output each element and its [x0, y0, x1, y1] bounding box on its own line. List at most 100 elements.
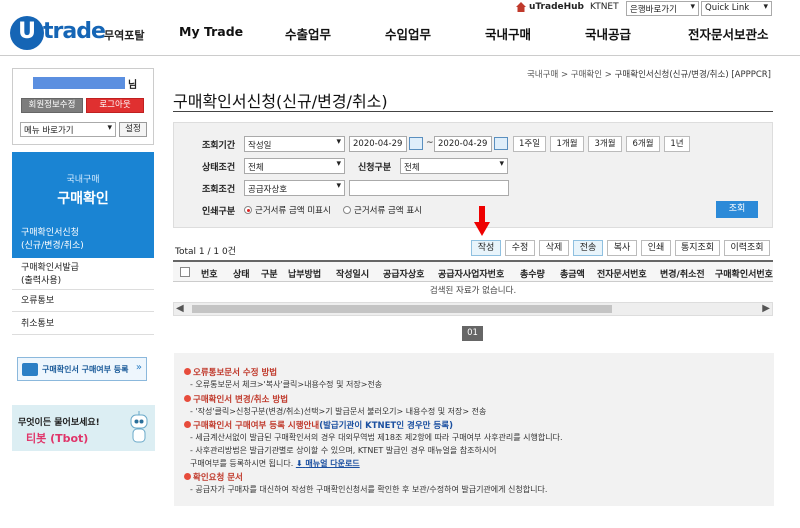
breadcrumb-item[interactable]: 구매확인: [571, 70, 602, 80]
status-select[interactable]: 전체: [244, 158, 345, 174]
select-all-checkbox[interactable]: [180, 267, 190, 277]
sidebar-item-apply[interactable]: 구매확인서신청 (신규/변경/취소): [12, 224, 154, 258]
edit-member-button[interactable]: 회원정보수정: [21, 98, 83, 113]
notice-line: - 세금계산서없이 발급된 구매확인서의 경우 대외무역법 제18조 제2항에 …: [190, 433, 563, 442]
nav-domestic-supply[interactable]: 국내공급: [585, 24, 631, 43]
notice-heading-note: (발급기관이 KTNET인 경우만 등록): [319, 421, 453, 431]
status-value: 전체: [248, 163, 264, 173]
delete-button[interactable]: 삭제: [539, 240, 569, 256]
notice-line: - 오류통보문서 체크>'복사'클릭>내용수정 및 저장>전송: [190, 380, 383, 389]
notice-line-text: 구매여부를 등록하시면 됩니다.: [190, 459, 294, 468]
condition-select[interactable]: 공급자상호: [244, 180, 345, 196]
settings-button[interactable]: 설정: [119, 122, 147, 137]
apply-type-select[interactable]: 전체: [400, 158, 508, 174]
breadcrumb-item[interactable]: 국내구매: [527, 70, 558, 80]
download-icon: ⬇: [295, 459, 303, 468]
header-divider: [0, 55, 800, 56]
print-button[interactable]: 인쇄: [641, 240, 671, 256]
sidebar-item-label-sub: (출력사용): [21, 276, 62, 286]
document-icon: [22, 363, 38, 376]
sidebar-section-sub: 국내구매: [66, 175, 100, 185]
apply-type-label: 신청구분: [358, 163, 392, 173]
logo-subtitle: 무역포탈: [104, 29, 145, 42]
notice-heading: 오류통보문서 수정 방법: [184, 366, 277, 378]
column-header: 총금액: [560, 270, 585, 280]
nav-my-trade[interactable]: My Trade: [179, 24, 243, 39]
history-inquiry-button[interactable]: 이력조회: [724, 240, 770, 256]
bank-shortcut-value: 은행바로가기: [630, 5, 677, 15]
sidebar-item-issue[interactable]: 구매확인서발급 (출력사용): [12, 259, 154, 290]
notice-line: - '작성'클릭>신청구분(변경/취소)선택>기 발급문서 불러오기> 내용수정…: [190, 407, 487, 416]
nav-edoc-archive[interactable]: 전자문서보관소: [688, 24, 769, 43]
period-1week-button[interactable]: 1주일: [513, 136, 546, 152]
scroll-right-icon[interactable]: ▶: [762, 303, 770, 314]
quick-link-value: Quick Link: [705, 3, 750, 13]
condition-label: 조회조건: [202, 185, 236, 195]
calendar-icon[interactable]: [409, 137, 423, 150]
menu-shortcut-value: 메뉴 바로가기: [24, 126, 74, 136]
robot-icon: [128, 411, 150, 445]
period-type-value: 작성일: [248, 141, 272, 151]
logo-text: trade: [43, 19, 106, 44]
scroll-left-icon[interactable]: ◀: [176, 303, 184, 314]
notice-inquiry-button[interactable]: 통지조회: [675, 240, 720, 256]
nav-export[interactable]: 수출업무: [285, 24, 331, 43]
period-label: 조회기간: [202, 141, 236, 151]
search-button[interactable]: 조회: [716, 201, 758, 218]
period-1year-button[interactable]: 1년: [664, 136, 690, 152]
sidebar-item-error-notice[interactable]: 오류통보: [12, 292, 154, 312]
apply-type-value: 전체: [404, 163, 420, 173]
send-button[interactable]: 전송: [573, 240, 603, 256]
sidebar-item-label: 구매확인서신청: [21, 228, 79, 238]
notice-heading-text: 구매확인서 구매여부 등록 시행안내: [193, 421, 320, 431]
pagination-current[interactable]: 01: [462, 326, 483, 341]
home-icon[interactable]: [516, 2, 526, 15]
date-range-tilde: ~: [426, 138, 434, 148]
write-button[interactable]: 작성: [471, 240, 501, 256]
manual-download-link[interactable]: ⬇ 매뉴얼 다운로드: [296, 459, 360, 468]
horizontal-scrollbar[interactable]: ◀ ▶: [173, 302, 773, 316]
column-header: 변경/취소전: [660, 270, 705, 280]
column-header: 총수량: [520, 270, 545, 280]
ktnet-link[interactable]: KTNET: [590, 2, 619, 12]
column-header: 상태: [233, 270, 250, 280]
sidebar-item-cancel-notice[interactable]: 취소통보: [12, 315, 154, 335]
period-6month-button[interactable]: 6개월: [626, 136, 660, 152]
condition-value: 공급자상호: [248, 185, 288, 195]
copy-button[interactable]: 복사: [607, 240, 637, 256]
scrollbar-thumb[interactable]: [192, 305, 612, 313]
print-option-show-amount-label: 근거서류 금액 표시: [354, 206, 422, 216]
arrow-down-icon: [474, 206, 490, 239]
utradehub-link[interactable]: uTradeHub: [529, 2, 584, 12]
nav-domestic-purchase[interactable]: 국내구매: [485, 24, 531, 43]
sidebar-section-header: 국내구매 구매확인: [12, 152, 154, 224]
chevron-right-icon: »: [135, 362, 142, 373]
period-1month-button[interactable]: 1개월: [550, 136, 584, 152]
print-option-hide-amount-label: 근거서류 금액 미표시: [255, 206, 331, 216]
sidebar-item-label: 취소통보: [21, 319, 55, 329]
calendar-icon[interactable]: [494, 137, 508, 150]
condition-input[interactable]: [349, 180, 509, 196]
logout-button[interactable]: 로그아웃: [86, 98, 144, 113]
empty-table-message: 검색된 자료가 없습니다.: [429, 286, 517, 296]
nav-import[interactable]: 수입업무: [385, 24, 431, 43]
breadcrumb: 국내구매 > 구매확인 > 구매확인서신청(신규/변경/취소) [APPPCR]: [527, 68, 771, 80]
date-from-input[interactable]: 2020-04-29: [349, 136, 407, 152]
bank-shortcut-select[interactable]: 은행바로가기: [626, 1, 699, 16]
period-type-select[interactable]: 작성일: [244, 136, 345, 152]
tbot-banner[interactable]: 무엇이든 물어보세요! 티봇 (Tbot): [12, 405, 155, 451]
menu-shortcut-select[interactable]: 메뉴 바로가기: [20, 122, 116, 137]
quick-link-select[interactable]: Quick Link: [701, 1, 772, 16]
sidebar-section-title: 구매확인: [57, 191, 109, 207]
notice-heading: 구매확인서 구매여부 등록 시행안내(발급기관이 KTNET인 경우만 등록): [184, 419, 453, 431]
edit-button[interactable]: 수정: [505, 240, 535, 256]
date-to-input[interactable]: 2020-04-29: [434, 136, 492, 152]
utrade-logo[interactable]: U trade 무역포탈: [10, 14, 170, 54]
table-header: 번호 상태 구분 납부방법 작성일시 공급자상호 공급자사업자번호 총수량 총금…: [173, 260, 773, 282]
print-option-show-amount[interactable]: 근거서류 금액 표시: [343, 204, 422, 216]
purchase-register-banner[interactable]: 구매확인서 구매여부 등록 »: [17, 357, 147, 381]
period-3month-button[interactable]: 3개월: [588, 136, 622, 152]
print-option-hide-amount[interactable]: 근거서류 금액 미표시: [244, 204, 331, 216]
notice-heading: 구매확인서 변경/취소 방법: [184, 393, 288, 405]
column-header: 전자문서번호: [597, 270, 647, 280]
